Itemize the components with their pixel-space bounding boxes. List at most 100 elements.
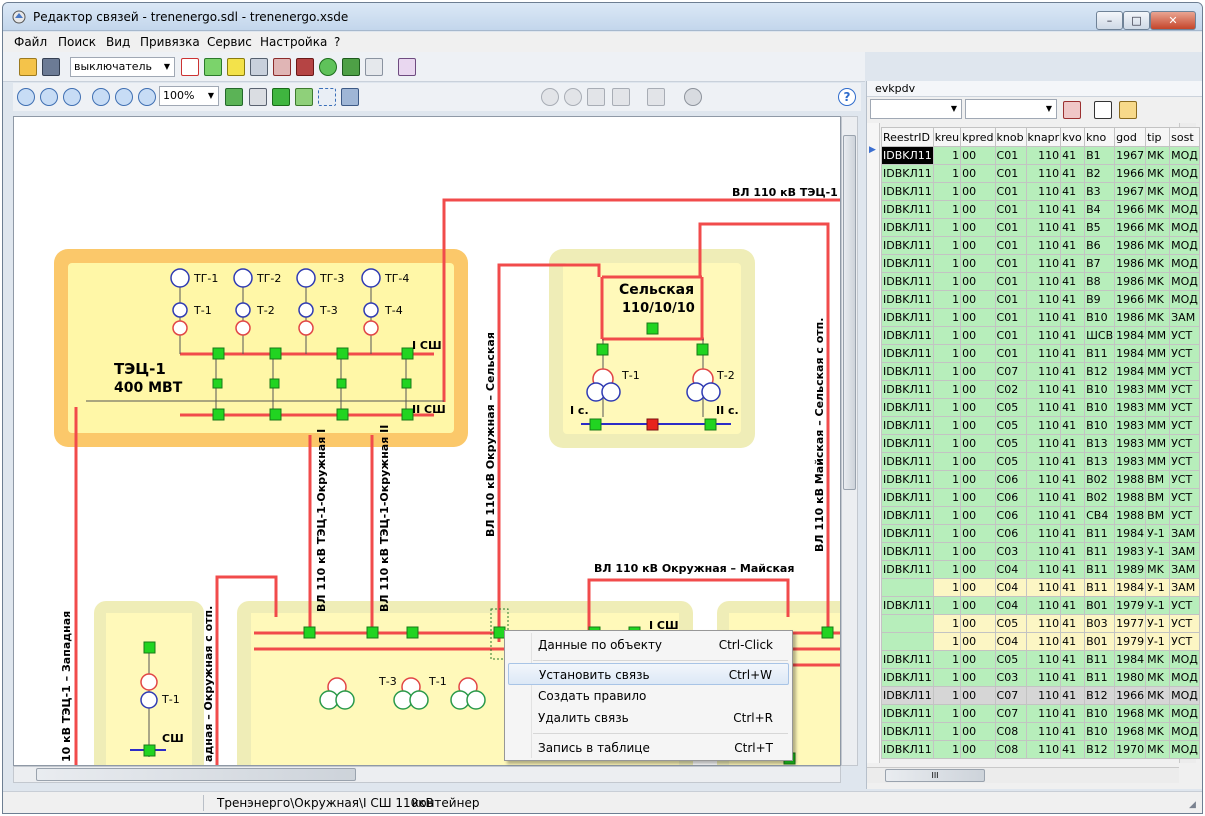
- table-cell[interactable]: 1984: [1114, 362, 1147, 381]
- table-cell[interactable]: 41: [1060, 272, 1086, 291]
- table-cell[interactable]: 1988: [1114, 506, 1147, 525]
- table-cell[interactable]: 1: [932, 398, 962, 417]
- table-cell[interactable]: B11: [1084, 560, 1116, 579]
- table-row[interactable]: 1 00 C04 110 41 B01 1979 У-1 УСТ: [881, 632, 1200, 651]
- table-cell[interactable]: C01: [994, 344, 1027, 363]
- table-cell[interactable]: 110: [1025, 362, 1062, 381]
- table-cell[interactable]: MK: [1145, 272, 1171, 291]
- table-cell[interactable]: C01: [994, 326, 1027, 345]
- diagram-hscroll[interactable]: [13, 766, 841, 783]
- table-cell[interactable]: 1: [932, 380, 962, 399]
- grid-link-icon[interactable]: [204, 58, 222, 76]
- table-cell[interactable]: B12: [1084, 740, 1116, 759]
- table-cell[interactable]: 1977: [1114, 614, 1147, 633]
- table-cell[interactable]: [881, 614, 934, 633]
- table-cell[interactable]: IDBKЛ11: [881, 740, 934, 759]
- table-cell[interactable]: B4: [1084, 200, 1116, 219]
- table-cell[interactable]: 00: [960, 344, 996, 363]
- table-cell[interactable]: 41: [1060, 632, 1086, 651]
- pages-icon[interactable]: [250, 58, 268, 76]
- table-cell[interactable]: 41: [1060, 290, 1086, 309]
- table-cell[interactable]: IDBKЛ11: [881, 722, 934, 741]
- table-icon[interactable]: [647, 88, 665, 106]
- table-cell[interactable]: 1: [932, 632, 962, 651]
- table-cell[interactable]: 110: [1025, 344, 1062, 363]
- table-cell[interactable]: 110: [1025, 146, 1062, 165]
- table-cell[interactable]: 00: [960, 290, 996, 309]
- select-icon[interactable]: [318, 88, 336, 106]
- table-cell[interactable]: 00: [960, 650, 996, 669]
- table-cell[interactable]: МОД: [1169, 236, 1200, 255]
- table-cell[interactable]: 110: [1025, 632, 1062, 651]
- table-cell[interactable]: C05: [994, 434, 1027, 453]
- table-cell[interactable]: MK: [1145, 200, 1171, 219]
- table-cell[interactable]: 1966: [1114, 686, 1147, 705]
- table-cell[interactable]: MK: [1145, 560, 1171, 579]
- table-cell[interactable]: 1: [932, 560, 962, 579]
- table-cell[interactable]: УСТ: [1169, 614, 1200, 633]
- table-cell[interactable]: МОД: [1169, 146, 1200, 165]
- filter-icon[interactable]: [1063, 101, 1081, 119]
- table-cell[interactable]: 1: [932, 542, 962, 561]
- table-cell[interactable]: 1984: [1114, 578, 1147, 597]
- column-header[interactable]: tip: [1145, 127, 1171, 147]
- table-cell[interactable]: 1986: [1114, 272, 1147, 291]
- table-cell[interactable]: IDBKЛ11: [881, 164, 934, 183]
- binoculars-icon[interactable]: [42, 58, 60, 76]
- table-cell[interactable]: C04: [994, 632, 1027, 651]
- table-cell[interactable]: 1980: [1114, 668, 1147, 687]
- table-cell[interactable]: 00: [960, 488, 996, 507]
- table-cell[interactable]: B13: [1084, 434, 1116, 453]
- table-cell[interactable]: C01: [994, 146, 1027, 165]
- table-cell[interactable]: 1: [932, 722, 962, 741]
- table-row[interactable]: IDBKЛ11 1 00 C06 110 41 CB4 1988 BM УСТ: [881, 506, 1200, 525]
- table-cell[interactable]: 110: [1025, 578, 1062, 597]
- table-cell[interactable]: 00: [960, 362, 996, 381]
- table-cell[interactable]: 00: [960, 380, 996, 399]
- table-cell[interactable]: УСТ: [1169, 488, 1200, 507]
- table-cell[interactable]: 41: [1060, 362, 1086, 381]
- table-cell[interactable]: C01: [994, 164, 1027, 183]
- table-cell[interactable]: 1: [932, 578, 962, 597]
- table-row[interactable]: IDBKЛ11 1 00 C01 110 41 B10 1986 MK ЗАМ: [881, 308, 1200, 327]
- table-cell[interactable]: MK: [1145, 686, 1171, 705]
- table-row[interactable]: IDBKЛ11 1 00 C07 110 41 B12 1984 MM УСТ: [881, 362, 1200, 381]
- table-cell[interactable]: 110: [1025, 326, 1062, 345]
- table-row[interactable]: IDBKЛ11 1 00 C07 110 41 B10 1968 MK МОД: [881, 704, 1200, 723]
- table-cell[interactable]: 1: [932, 362, 962, 381]
- table-cell[interactable]: 110: [1025, 614, 1062, 633]
- table-cell[interactable]: 41: [1060, 668, 1086, 687]
- table-cell[interactable]: C07: [994, 686, 1027, 705]
- crosshair-icon[interactable]: [272, 88, 290, 106]
- table-cell[interactable]: 1970: [1114, 740, 1147, 759]
- table-cell[interactable]: 1966: [1114, 200, 1147, 219]
- table-cell[interactable]: MM: [1145, 416, 1171, 435]
- table-cell[interactable]: 1984: [1114, 524, 1147, 543]
- table-cell[interactable]: 1: [932, 434, 962, 453]
- table-cell[interactable]: 41: [1060, 344, 1086, 363]
- print-icon[interactable]: [249, 88, 267, 106]
- table-cell[interactable]: 1: [932, 596, 962, 615]
- table-cell[interactable]: MM: [1145, 434, 1171, 453]
- table-cell[interactable]: 1: [932, 182, 962, 201]
- table-cell[interactable]: B11: [1084, 578, 1116, 597]
- table-cell[interactable]: B12: [1084, 686, 1116, 705]
- table-row[interactable]: IDBKЛ11 1 00 C01 110 41 B9 1966 MK МОД: [881, 290, 1200, 309]
- table-cell[interactable]: IDBKЛ11: [881, 668, 934, 687]
- table-cell[interactable]: МОД: [1169, 200, 1200, 219]
- zoom-combo[interactable]: 100% ▼: [159, 86, 219, 106]
- table-cell[interactable]: 110: [1025, 434, 1062, 453]
- table-cell[interactable]: 00: [960, 200, 996, 219]
- table-cell[interactable]: 00: [960, 524, 996, 543]
- table-cell[interactable]: 1: [932, 650, 962, 669]
- minimize-button[interactable]: –: [1096, 11, 1123, 30]
- table-cell[interactable]: [881, 578, 934, 597]
- table-cell[interactable]: IDBKЛ11: [881, 542, 934, 561]
- vscroll-thumb[interactable]: [843, 135, 856, 490]
- table-cell[interactable]: B11: [1084, 524, 1116, 543]
- table-cell[interactable]: IDBKЛ11: [881, 200, 934, 219]
- table-cell[interactable]: MM: [1145, 398, 1171, 417]
- table-cell[interactable]: B6: [1084, 236, 1116, 255]
- table-cell[interactable]: 110: [1025, 506, 1062, 525]
- table-row[interactable]: IDBKЛ11 1 00 C07 110 41 B12 1966 MK МОД: [881, 686, 1200, 705]
